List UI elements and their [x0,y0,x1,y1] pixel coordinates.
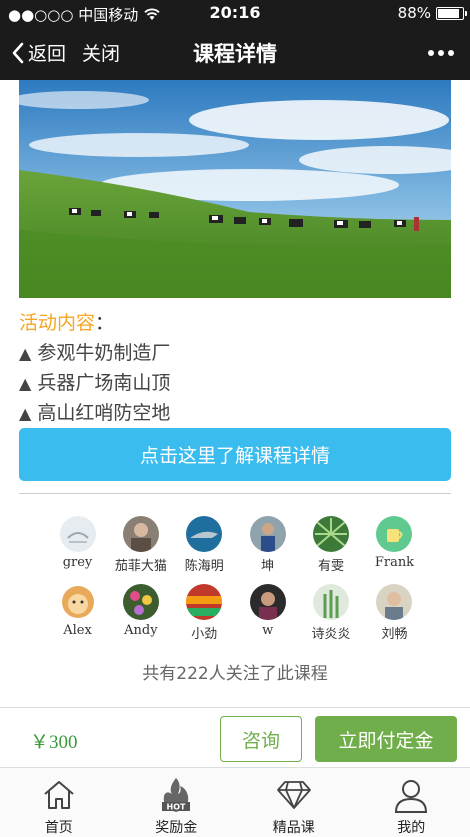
activity-item-text: 兵器广场南山顶 [37,372,171,394]
person-photo-avatar [376,584,413,620]
activity-section: 活动内容： ▲ 参观牛奶制造厂 ▲ 兵器广场南山顶 ▲ 高山红哨防空地 [19,308,451,428]
heading-colon: ： [95,312,115,334]
more-dot-icon [438,50,444,56]
follower-name: w [262,623,274,638]
close-button[interactable]: 关闭 [82,39,120,66]
cup-avatar [376,516,413,552]
tab-label: 精品课 [272,820,315,836]
activity-item-text: 高山红哨防空地 [37,402,171,424]
triangle-bullet-icon: ▲ [19,344,32,363]
nav-bar: 返回 关闭 课程详情 [0,26,470,80]
follower-item[interactable]: grey [46,516,109,584]
person-photo-avatar [249,584,286,620]
back-label: 返回 [28,43,67,65]
course-detail-button[interactable]: 点击这里了解课程详情 [19,428,451,481]
course-hero-image [19,80,451,298]
follower-item[interactable]: w [236,584,299,652]
follower-name: 诗炎炎 [311,627,351,642]
divider [19,493,451,494]
follower-name: grey [62,555,93,570]
tab-reward[interactable]: HOT 奖励金 [118,768,236,837]
pay-deposit-button[interactable]: 立即付定金 [315,716,457,762]
follower-item[interactable]: 陈海明 [173,516,236,584]
home-icon [42,776,76,814]
follower-name: Alex [63,623,92,638]
bottom-tab-bar: 首页 HOT 奖励金 精品课 我的 [0,767,470,837]
follower-name: Frank [374,555,415,570]
follower-item[interactable]: 坤 [236,516,299,584]
activity-item: ▲ 高山红哨防空地 [19,398,451,428]
colorful-photo-avatar [186,584,223,620]
price-label: ￥300 [30,732,78,753]
tab-label: 我的 [397,820,426,836]
plant-photo-avatar [313,584,350,620]
follower-item[interactable]: 刘畅 [363,584,426,652]
person-photo-avatar [249,516,286,552]
battery-indicator: 88% [397,4,467,22]
follower-item[interactable]: Alex [46,584,109,652]
battery-icon [436,6,467,20]
person-icon [393,776,429,814]
tab-label: 奖励金 [155,820,198,836]
tab-mine[interactable]: 我的 [353,768,470,837]
follower-item[interactable]: 有雯 [300,516,363,584]
svg-text:HOT: HOT [167,803,186,812]
tab-label: 首页 [44,820,73,836]
back-button[interactable]: 返回 [12,39,66,66]
tab-premium-course[interactable]: 精品课 [235,768,353,837]
follow-count-text: 共有222人关注了此课程 [142,664,328,684]
plant-photo-avatar [313,516,350,552]
more-menu-button[interactable] [428,50,454,56]
flowers-photo-avatar [122,584,159,620]
activity-heading-text: 活动内容 [19,312,96,334]
follower-name: 刘畅 [381,627,408,642]
follower-item[interactable]: Frank [363,516,426,584]
followers-row: grey 茄菲大猫 陈海明 坤 有雯 Frank [46,516,426,584]
follower-name: 小劲 [191,627,218,642]
shark-photo-avatar [186,516,223,552]
grey-logo-avatar [59,516,96,552]
followers-grid: grey 茄菲大猫 陈海明 坤 有雯 Frank Alex Andy 小劲 w … [46,516,426,652]
diamond-icon [276,776,312,814]
battery-percent: 88% [397,4,431,22]
page-title: 课程详情 [193,42,277,66]
cartoon-lion-avatar [59,584,96,620]
triangle-bullet-icon: ▲ [19,404,32,423]
follower-name: 茄菲大猫 [114,559,167,574]
hot-flame-icon: HOT [158,776,194,814]
activity-item-text: 参观牛奶制造厂 [37,342,171,364]
activity-item: ▲ 兵器广场南山顶 [19,368,451,398]
follower-name: 陈海明 [184,559,224,574]
follower-item[interactable]: 茄菲大猫 [109,516,172,584]
consult-button[interactable]: 咨询 [220,716,302,762]
tab-home[interactable]: 首页 [0,768,118,837]
more-dot-icon [448,50,454,56]
status-bar: ●●○○○ 中国移动 20:16 88% [0,0,470,26]
activity-item: ▲ 参观牛奶制造厂 [19,338,451,368]
triangle-bullet-icon: ▲ [19,374,32,393]
follower-name: 有雯 [318,559,345,574]
purchase-bar: ￥300 咨询 立即付定金 [0,707,470,767]
followers-row: Alex Andy 小劲 w 诗炎炎 刘畅 [46,584,426,652]
follower-name: 坤 [261,559,275,574]
follower-item[interactable]: 诗炎炎 [300,584,363,652]
follower-item[interactable]: Andy [109,584,172,652]
follower-name: Andy [124,623,158,638]
person-photo-avatar [122,516,159,552]
more-dot-icon [428,50,434,56]
activity-heading: 活动内容： [19,308,451,338]
follower-item[interactable]: 小劲 [173,584,236,652]
chevron-left-icon [12,42,24,63]
